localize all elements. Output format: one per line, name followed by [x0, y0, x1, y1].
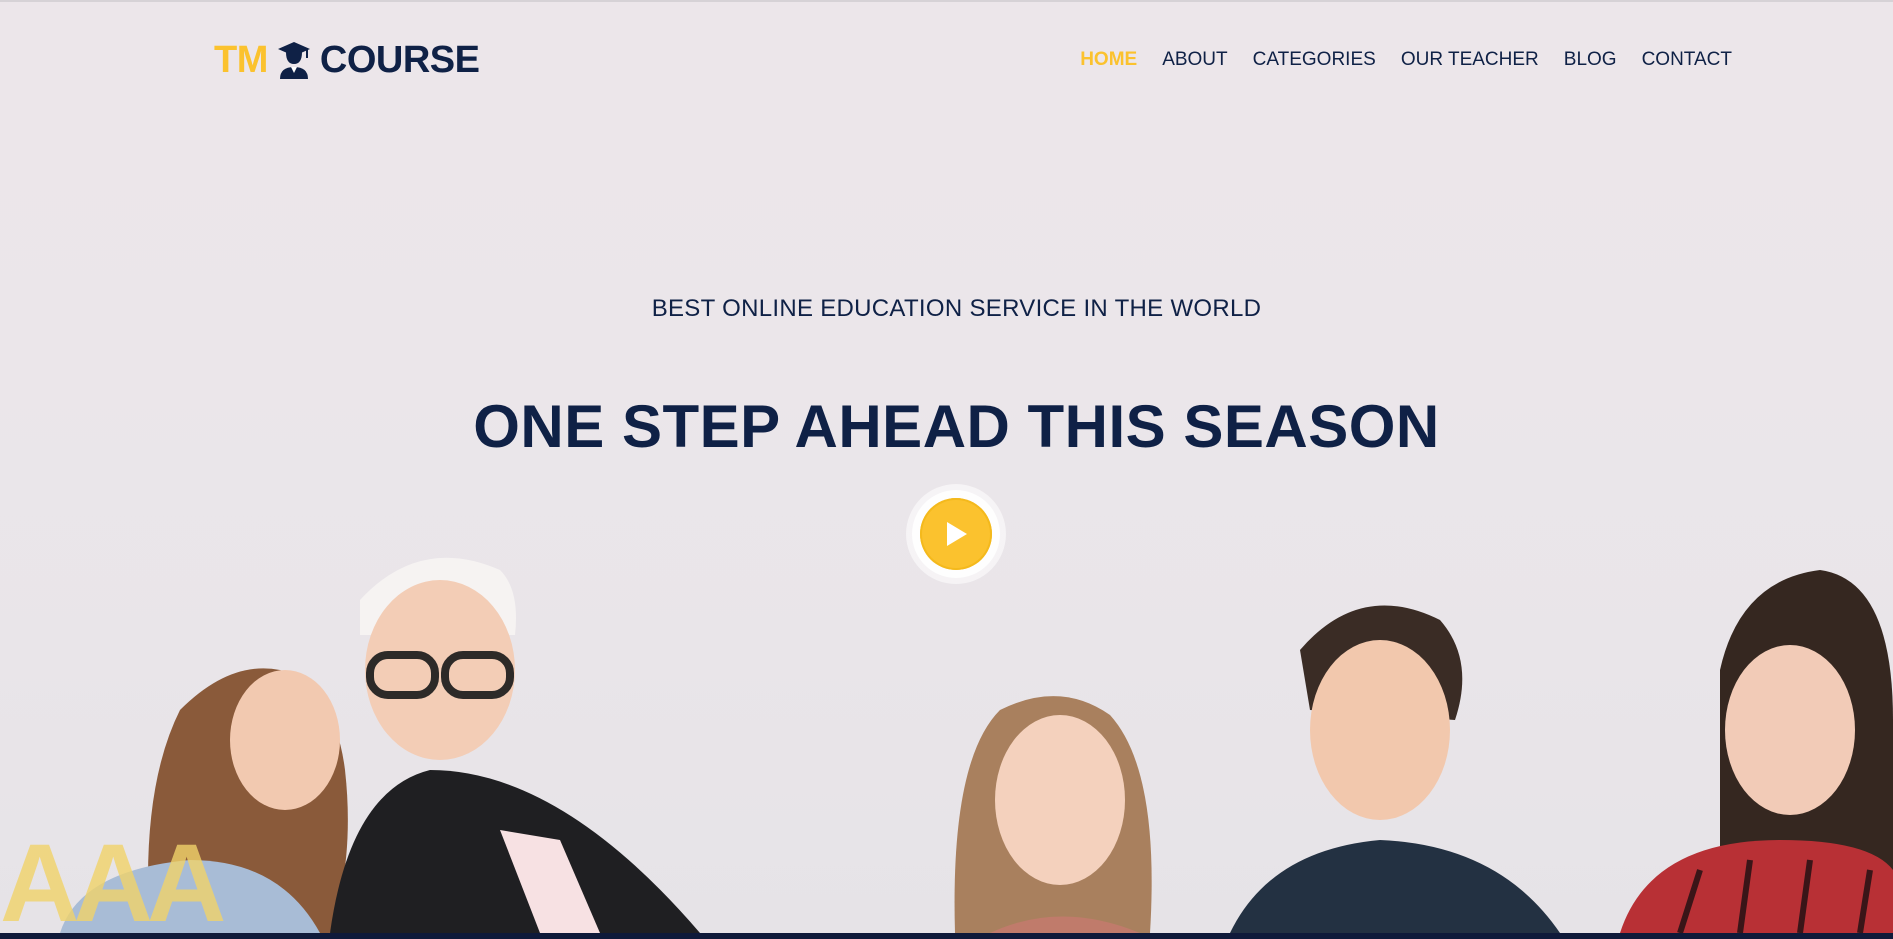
hero-subtitle: BEST ONLINE EDUCATION SERVICE IN THE WOR… [651, 295, 1262, 322]
decorative-letters: AAA [0, 822, 226, 933]
nav-categories[interactable]: CATEGORIES [1253, 49, 1376, 71]
top-border [0, 0, 1893, 2]
hero-section: TM COURSE HOME ABOUT CATEGORIES OUR TEAC… [0, 0, 1893, 933]
graduate-icon [277, 42, 310, 79]
student-boy-right [1230, 605, 1560, 933]
main-nav: HOME ABOUT CATEGORIES OUR TEACHER BLOG C… [1080, 49, 1732, 71]
students-photo [60, 557, 1893, 933]
nav-blog[interactable]: BLOG [1564, 49, 1617, 71]
hero-title: ONE STEP AHEAD THIS SEASON [473, 393, 1440, 460]
nav-home[interactable]: HOME [1080, 49, 1137, 71]
student-girl-center [954, 696, 1152, 933]
nav-contact[interactable]: CONTACT [1642, 49, 1732, 71]
logo-course: COURSE [319, 38, 480, 81]
nav-about[interactable]: ABOUT [1162, 49, 1227, 71]
site-logo[interactable]: TM COURSE [214, 36, 480, 84]
bottom-strip [0, 933, 1893, 939]
logo-tm: TM [214, 38, 268, 81]
student-girl-right [1620, 570, 1893, 933]
student-boy-cap [330, 557, 700, 933]
nav-our-teacher[interactable]: OUR TEACHER [1401, 49, 1539, 71]
